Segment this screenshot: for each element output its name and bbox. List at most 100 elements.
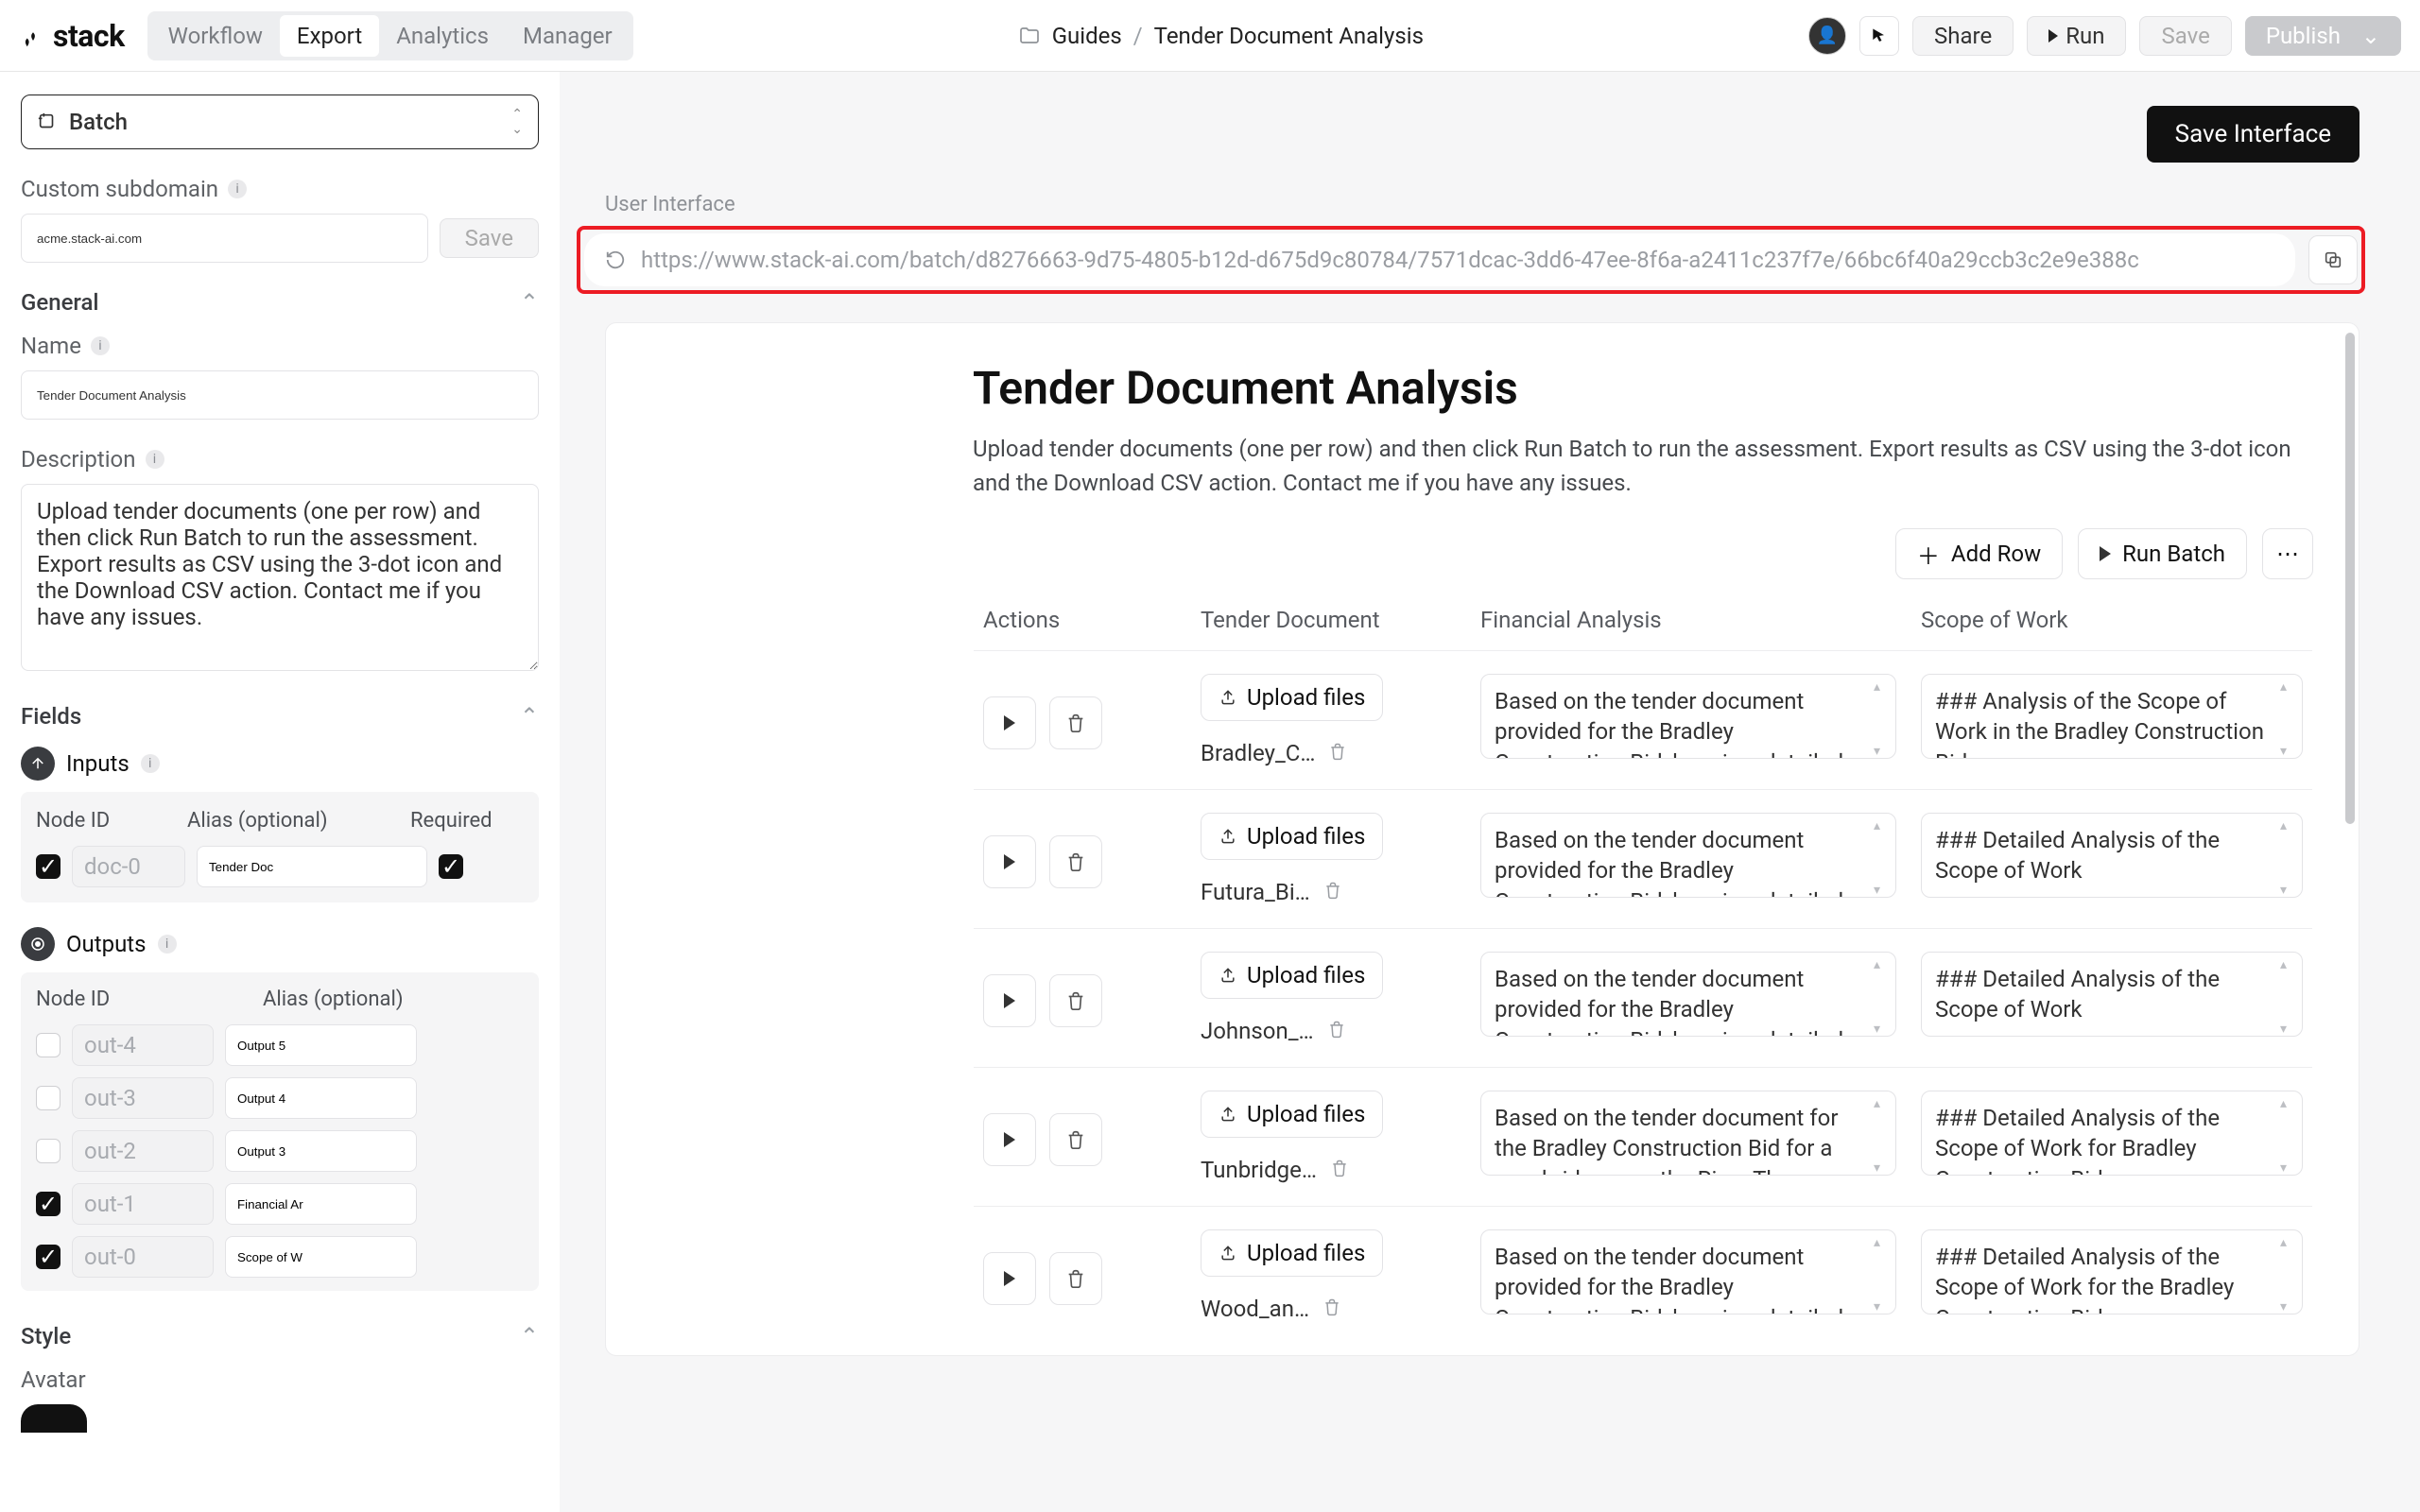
save-button[interactable]: Save (2139, 16, 2231, 56)
row-delete-button[interactable] (1049, 696, 1102, 749)
remove-file-button[interactable] (1328, 740, 1347, 766)
play-icon (1004, 1132, 1015, 1147)
run-batch-button[interactable]: Run Batch (2078, 528, 2247, 579)
outputs-icon (21, 927, 55, 961)
name-input[interactable] (21, 370, 539, 420)
inputs-row: ✓ doc-0 ✓ (21, 840, 539, 893)
cursor-mode-button[interactable] (1859, 16, 1899, 56)
financial-analysis-cell[interactable]: Based on the tender document provided fo… (1480, 952, 1896, 1037)
row-enable-checkbox[interactable] (36, 1086, 60, 1110)
chevron-up-icon: ⌃ (520, 289, 539, 316)
breadcrumb-page[interactable]: Tender Document Analysis (1154, 23, 1424, 49)
section-fields[interactable]: Fields ⌃ (21, 703, 539, 730)
row-enable-checkbox[interactable] (36, 1139, 60, 1163)
interface-mode-select[interactable]: Batch ⌃⌄ (21, 94, 539, 149)
section-general[interactable]: General ⌃ (21, 289, 539, 316)
info-icon[interactable]: i (146, 450, 164, 469)
row-delete-button[interactable] (1049, 1113, 1102, 1166)
alias-input[interactable] (225, 1024, 417, 1066)
stepper-icon[interactable]: ▴▾ (2280, 818, 2297, 898)
scope-of-work-cell[interactable]: ### Detailed Analysis of the Scope of Wo… (1921, 1229, 2303, 1314)
share-button[interactable]: Share (1912, 16, 2014, 56)
upload-files-button[interactable]: Upload files (1201, 1091, 1383, 1138)
stepper-icon[interactable]: ▴▾ (2280, 1096, 2297, 1176)
info-icon[interactable]: i (91, 336, 110, 355)
preview-scrollbar[interactable] (2345, 333, 2355, 1346)
upload-files-button[interactable]: Upload files (1201, 674, 1383, 721)
save-interface-button[interactable]: Save Interface (2147, 106, 2360, 163)
table-row: Upload files Wood_an… Based on the tende… (974, 1206, 2312, 1345)
row-run-button[interactable] (983, 1252, 1036, 1305)
stepper-icon[interactable]: ▴▾ (2280, 957, 2297, 1037)
tab-manager[interactable]: Manager (506, 15, 630, 57)
info-icon[interactable]: i (141, 754, 160, 773)
row-run-button[interactable] (983, 835, 1036, 888)
description-label: Descriptioni (21, 446, 539, 472)
alias-input[interactable] (225, 1236, 417, 1278)
remove-file-button[interactable] (1323, 879, 1342, 905)
financial-analysis-cell[interactable]: Based on the tender document provided fo… (1480, 1229, 1896, 1314)
financial-analysis-cell[interactable]: Based on the tender document provided fo… (1480, 674, 1896, 759)
description-textarea[interactable] (21, 484, 539, 671)
stepper-icon[interactable]: ▴▾ (1874, 818, 1891, 898)
row-delete-button[interactable] (1049, 974, 1102, 1027)
avatar-swatch[interactable] (21, 1404, 87, 1433)
stepper-icon[interactable]: ▴▾ (2280, 1235, 2297, 1314)
upload-files-button[interactable]: Upload files (1201, 1229, 1383, 1277)
stepper-icon[interactable]: ▴▾ (1874, 1235, 1891, 1314)
alias-input[interactable] (225, 1077, 417, 1119)
scope-of-work-cell[interactable]: ### Detailed Analysis of the Scope of Wo… (1921, 1091, 2303, 1176)
run-button[interactable]: Run (2027, 16, 2126, 56)
upload-files-button[interactable]: Upload files (1201, 813, 1383, 860)
col-node-id: Node ID (36, 809, 187, 833)
refresh-icon[interactable] (605, 249, 626, 270)
row-run-button[interactable] (983, 974, 1036, 1027)
scope-of-work-cell[interactable]: ### Detailed Analysis of the Scope of Wo… (1921, 813, 2303, 898)
alias-input[interactable] (225, 1183, 417, 1225)
info-icon[interactable]: i (228, 180, 247, 198)
row-run-button[interactable] (983, 1113, 1036, 1166)
subdomain-input[interactable] (21, 214, 428, 263)
info-icon[interactable]: i (158, 935, 177, 954)
breadcrumb: Guides / Tender Document Analysis (647, 23, 1795, 49)
url-bar[interactable]: https://www.stack-ai.com/batch/d8276663-… (584, 233, 2295, 286)
table-row: Upload files Tunbridge… Based on the ten… (974, 1067, 2312, 1206)
stepper-icon[interactable]: ▴▾ (2280, 679, 2297, 759)
subdomain-save-button[interactable]: Save (440, 218, 539, 258)
remove-file-button[interactable] (1327, 1018, 1346, 1044)
alias-input[interactable] (225, 1130, 417, 1172)
required-checkbox[interactable]: ✓ (439, 854, 463, 879)
remove-file-button[interactable] (1330, 1157, 1349, 1183)
upload-files-button[interactable]: Upload files (1201, 952, 1383, 999)
avatar[interactable]: 👤 (1808, 17, 1846, 55)
row-enable-checkbox[interactable]: ✓ (36, 1245, 60, 1269)
row-delete-button[interactable] (1049, 1252, 1102, 1305)
more-menu-button[interactable]: ⋯ (2262, 528, 2313, 579)
section-style[interactable]: Style ⌃ (21, 1323, 539, 1349)
financial-analysis-cell[interactable]: Based on the tender document for the Bra… (1480, 1091, 1896, 1176)
row-enable-checkbox[interactable] (36, 1033, 60, 1057)
remove-file-button[interactable] (1322, 1296, 1341, 1322)
row-delete-button[interactable] (1049, 835, 1102, 888)
scope-of-work-cell[interactable]: ### Detailed Analysis of the Scope of Wo… (1921, 952, 2303, 1037)
stepper-icon[interactable]: ▴▾ (1874, 1096, 1891, 1176)
tab-analytics[interactable]: Analytics (379, 15, 506, 57)
copy-url-button[interactable] (2308, 235, 2358, 284)
financial-analysis-cell[interactable]: Based on the tender document provided fo… (1480, 813, 1896, 898)
add-row-button[interactable]: ＋Add Row (1895, 528, 2063, 579)
alias-input[interactable] (197, 846, 427, 887)
stepper-icon[interactable]: ▴▾ (1874, 679, 1891, 759)
row-run-button[interactable] (983, 696, 1036, 749)
breadcrumb-folder[interactable]: Guides (1052, 23, 1122, 49)
tab-export[interactable]: Export (280, 15, 379, 57)
scope-of-work-cell[interactable]: ### Analysis of the Scope of Work in the… (1921, 674, 2303, 759)
row-enable-checkbox[interactable]: ✓ (36, 1192, 60, 1216)
stepper-icon[interactable]: ▴▾ (1874, 957, 1891, 1037)
user-interface-label: User Interface (560, 163, 2382, 226)
file-name: Bradley_C… (1201, 740, 1315, 766)
mode-label: Batch (69, 109, 128, 135)
file-chip: Tunbridge… (1201, 1157, 1349, 1183)
publish-button[interactable]: Publish ⌄ (2245, 16, 2401, 56)
row-enable-checkbox[interactable]: ✓ (36, 854, 60, 879)
tab-workflow[interactable]: Workflow (151, 15, 280, 57)
